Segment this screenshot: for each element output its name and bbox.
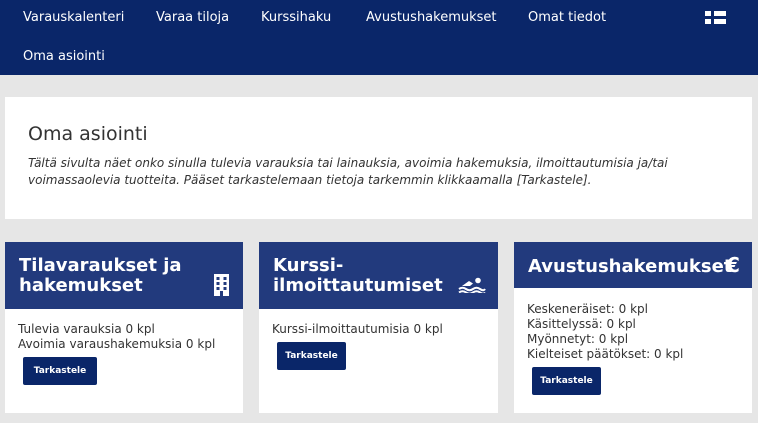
card-body: Tulevia varauksia 0 kpl Avoimia varausha… — [18, 322, 215, 352]
tarkastele-button[interactable]: Tarkastele — [23, 357, 97, 385]
page-title: Oma asiointi — [28, 123, 148, 145]
intro-text: Tältä sivulta näet onko sinulla tulevia … — [28, 156, 668, 187]
intro-panel: Oma asiointi Tältä sivulta näet onko sin… — [5, 97, 752, 219]
swimmer-icon — [458, 277, 486, 293]
flag-cross-horizontal — [705, 16, 726, 19]
card-title-line: hakemukset — [19, 275, 143, 296]
card-line: Tulevia varauksia 0 kpl — [18, 322, 155, 336]
top-navigation: Varauskalenteri Varaa tiloja Kurssihaku … — [0, 0, 758, 75]
card-line: Avoimia varaushakemuksia 0 kpl — [18, 337, 216, 351]
card-avustushakemukset: Avustushakemukset € Keskeneräiset: 0 kpl… — [514, 242, 752, 413]
flag-cross-vertical — [711, 11, 714, 24]
nav-item-varaa-tiloja[interactable]: Varaa tiloja — [156, 10, 229, 25]
finnish-flag-icon[interactable] — [705, 11, 726, 24]
card-header: Tilavaraukset ja hakemukset — [5, 242, 243, 309]
building-icon — [214, 274, 229, 296]
card-tilavaraukset: Tilavaraukset ja hakemukset Tulevia vara… — [5, 242, 243, 413]
nav-item-varauskalenteri[interactable]: Varauskalenteri — [23, 10, 124, 25]
nav-item-omat-tiedot[interactable]: Omat tiedot — [528, 10, 606, 25]
nav-item-kurssihaku[interactable]: Kurssihaku — [261, 10, 331, 25]
card-header: Kurssi- ilmoittautumiset — [259, 242, 498, 309]
card-line: Kurssi-ilmoittautumisia 0 kpl — [272, 322, 443, 336]
euro-icon: € — [726, 253, 740, 277]
card-line: Käsittelyssä: 0 kpl — [527, 317, 636, 331]
card-title: Tilavaraukset ja hakemukset — [19, 256, 182, 296]
card-line: Keskeneräiset: 0 kpl — [527, 302, 648, 316]
card-line: Kielteiset päätökset: 0 kpl — [527, 347, 684, 361]
card-title: Kurssi- ilmoittautumiset — [273, 256, 443, 296]
nav-item-avustushakemukset[interactable]: Avustushakemukset — [366, 10, 497, 25]
card-title-line: ilmoittautumiset — [273, 275, 443, 296]
card-kurssi-ilmoittautumiset: Kurssi- ilmoittautumiset Kurssi-ilmoitta… — [259, 242, 498, 413]
card-title: Avustushakemukset — [528, 256, 733, 277]
tarkastele-button[interactable]: Tarkastele — [277, 342, 346, 370]
tarkastele-button[interactable]: Tarkastele — [532, 367, 601, 395]
card-title-line: Kurssi- — [273, 255, 344, 276]
card-line: Myönnetyt: 0 kpl — [527, 332, 629, 346]
card-header: Avustushakemukset € — [514, 242, 752, 288]
nav-item-oma-asiointi[interactable]: Oma asiointi — [23, 49, 105, 64]
card-title-line: Tilavaraukset ja — [19, 255, 182, 276]
card-body: Keskeneräiset: 0 kpl Käsittelyssä: 0 kpl… — [527, 302, 683, 362]
card-body: Kurssi-ilmoittautumisia 0 kpl — [272, 322, 443, 337]
